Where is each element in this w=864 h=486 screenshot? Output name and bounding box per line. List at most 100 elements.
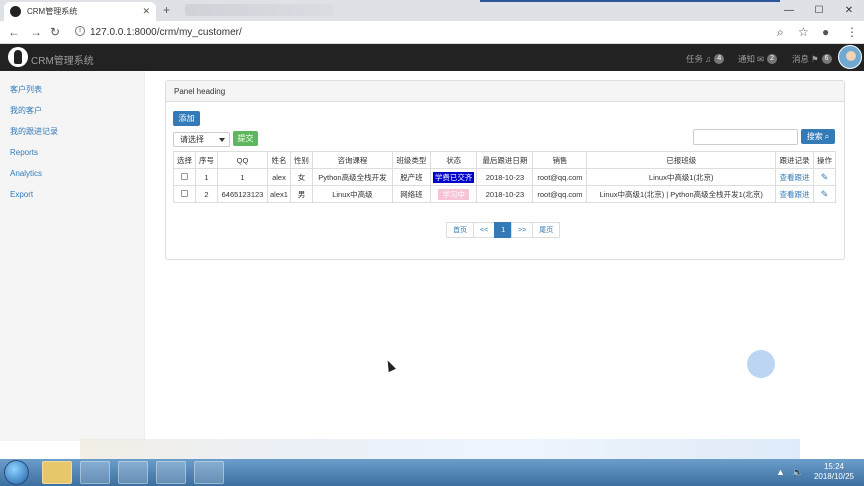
forward-icon[interactable]: →: [30, 25, 42, 39]
search-button[interactable]: 搜索 ⌕: [801, 129, 835, 144]
cell-follow: 查看跟进: [775, 185, 814, 203]
cell-index: 1: [195, 168, 218, 186]
nav-notifications[interactable]: 通知 ✉ 2: [738, 53, 778, 65]
taskbar-app[interactable]: [194, 461, 224, 484]
customer-panel: Panel heading 添加 请选择 提交 搜索 ⌕ 选择 序号 QQ 姓名…: [165, 80, 845, 260]
profile-icon[interactable]: ●: [822, 25, 829, 39]
app-navbar: CRM管理系统 任务 ♫ 4 通知 ✉ 2 消息 ⚑ 6: [0, 44, 864, 71]
col-header: QQ: [217, 151, 268, 169]
sidebar-item-export[interactable]: Export: [0, 184, 144, 205]
taskbar-app[interactable]: [80, 461, 110, 484]
speaker-icon[interactable]: 🔈: [792, 467, 803, 478]
view-followup-link[interactable]: 查看跟进: [780, 190, 810, 199]
col-header: 最后跟进日期: [476, 151, 534, 169]
page-last[interactable]: 尾页: [532, 222, 561, 238]
bookmark-star-icon[interactable]: ☆: [798, 25, 809, 39]
new-tab-icon[interactable]: +: [163, 3, 170, 17]
flag-icon: ⚑: [811, 53, 819, 64]
nav-tasks[interactable]: 任务 ♫ 4: [686, 53, 725, 65]
clock-date: 2018/10/25: [813, 472, 854, 481]
browser-tab[interactable]: CRM管理系统 ✕: [4, 2, 156, 21]
back-icon[interactable]: ←: [8, 25, 20, 39]
maximize-icon[interactable]: ☐: [804, 0, 834, 21]
col-header: 销售: [532, 151, 588, 169]
search-input[interactable]: [693, 129, 798, 145]
cell-name: alex1: [267, 185, 291, 203]
page-first[interactable]: 首页: [446, 222, 474, 238]
url-field[interactable]: 127.0.0.1:8000/crm/my_customer/: [90, 27, 242, 38]
table-row: 2 6465123123 alex1 男 Linux中高级 网络班 学习中 20…: [173, 185, 836, 203]
cell-enrolled: Linux中高级1(北京): [586, 168, 776, 186]
pagination: 首页 << 1 >> 尾页: [446, 222, 561, 238]
cell-enrolled: Linux中高级1(北京) | Python高级全栈开发1(北京): [586, 185, 776, 203]
sidebar-item-my-customers[interactable]: 我的客户: [0, 100, 144, 121]
col-header: 跟进记录: [775, 151, 814, 169]
brand-title[interactable]: CRM管理系统: [31, 52, 94, 67]
row-select-cell[interactable]: [173, 168, 196, 186]
mouse-cursor-icon: [384, 358, 396, 373]
cell-qq: 1: [217, 168, 268, 186]
tasks-badge: 4: [714, 54, 725, 64]
view-followup-link[interactable]: 查看跟进: [780, 173, 810, 182]
sidebar-item-customer-list[interactable]: 客户列表: [0, 79, 144, 100]
col-header: 咨询课程: [311, 151, 393, 169]
page-prev[interactable]: <<: [473, 222, 496, 238]
page-current[interactable]: 1: [494, 222, 513, 238]
nav-notify-label: 通知: [738, 54, 756, 64]
nav-messages[interactable]: 消息 ⚑ 6: [792, 53, 832, 65]
cell-follow: 查看跟进: [775, 168, 814, 186]
cell-sales: root@qq.com: [532, 185, 588, 203]
action-select-value: 请选择: [180, 135, 204, 144]
zoom-icon[interactable]: ⌕: [777, 25, 784, 40]
sidebar-item-my-followups[interactable]: 我的跟进记录: [0, 121, 144, 142]
row-select-cell[interactable]: [173, 185, 196, 203]
clock-time: 15:24: [823, 462, 844, 471]
add-button[interactable]: 添加: [173, 111, 200, 126]
cell-gender: 男: [289, 185, 313, 203]
page-next[interactable]: >>: [511, 222, 534, 238]
favicon-icon: [10, 6, 21, 17]
col-header: 选择: [173, 151, 196, 169]
panel-heading: Panel heading: [166, 81, 844, 102]
info-icon[interactable]: i: [75, 26, 85, 36]
col-header: 操作: [813, 151, 836, 169]
col-header: 班级类型: [391, 151, 431, 169]
submit-button[interactable]: 提交: [233, 131, 258, 146]
nav-message-label: 消息: [792, 54, 810, 64]
taskbar-app[interactable]: [118, 461, 148, 484]
sidebar: 客户列表 我的客户 我的跟进记录 Reports Analytics Expor…: [0, 71, 145, 441]
cell-index: 2: [195, 185, 218, 203]
close-icon[interactable]: ✕: [142, 6, 150, 17]
floating-widget-icon[interactable]: [747, 350, 775, 378]
start-button-icon[interactable]: [4, 460, 29, 485]
cell-action: ✎: [813, 168, 836, 186]
blurred-window-edge: [480, 0, 780, 2]
search-icon: ⌕: [824, 131, 830, 141]
edit-icon[interactable]: ✎: [821, 172, 829, 182]
row-checkbox[interactable]: [181, 172, 188, 180]
cell-gender: 女: [289, 168, 313, 186]
search-button-label: 搜索: [806, 132, 823, 141]
minimize-icon[interactable]: —: [774, 0, 804, 21]
cell-name: alex: [267, 168, 291, 186]
col-header: 性别: [289, 151, 313, 169]
col-header: 状态: [429, 151, 478, 169]
sidebar-item-reports[interactable]: Reports: [0, 142, 144, 163]
message-badge: 6: [821, 54, 832, 64]
folder-icon[interactable]: [42, 461, 72, 484]
col-header: 已报班级: [586, 151, 776, 169]
tray-arrow-icon[interactable]: ▲: [776, 467, 785, 477]
row-checkbox[interactable]: [181, 189, 188, 197]
status-badge: 学习中: [438, 188, 469, 200]
sidebar-item-analytics[interactable]: Analytics: [0, 163, 144, 184]
menu-kebab-icon[interactable]: ⋮: [846, 25, 858, 39]
reload-icon[interactable]: ↻: [50, 25, 60, 39]
nav-tasks-label: 任务: [686, 54, 704, 64]
window-close-icon[interactable]: ✕: [834, 0, 864, 21]
taskbar-clock[interactable]: 15:24 2018/10/25: [814, 462, 854, 482]
avatar[interactable]: [838, 45, 862, 69]
brand-logo-icon: [8, 47, 28, 67]
taskbar-app[interactable]: [156, 461, 186, 484]
edit-icon[interactable]: ✎: [821, 189, 829, 199]
action-select[interactable]: 请选择: [173, 132, 230, 147]
